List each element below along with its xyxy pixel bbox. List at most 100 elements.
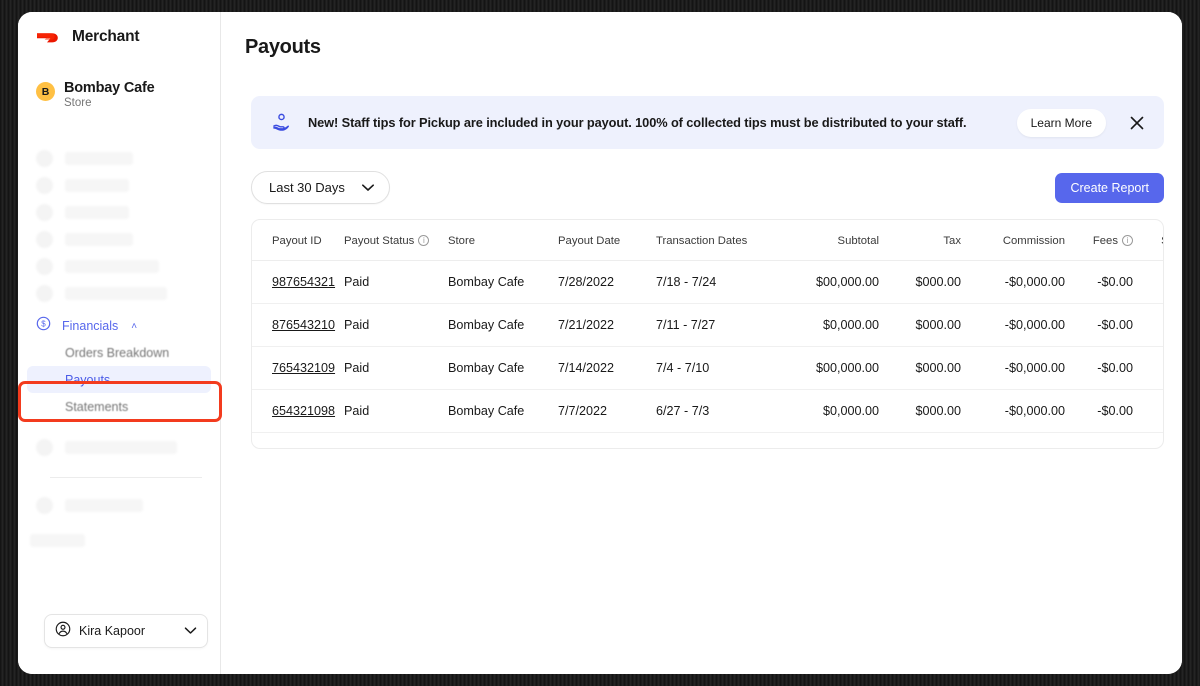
payout-id-link[interactable]: 654321098 xyxy=(272,404,335,418)
column-header-commission[interactable]: Commission xyxy=(961,220,1065,261)
sidebar-item-financials-label: Financials xyxy=(62,319,119,333)
cell-tax: $000.00 xyxy=(879,389,961,433)
cell-staff-tips: $16.16 xyxy=(1133,303,1163,347)
column-label: Store xyxy=(448,235,476,247)
payout-id-link[interactable]: 987654321 xyxy=(272,275,335,289)
table-header-row: Payout ID Payout Status i Store Payout Da… xyxy=(252,220,1163,261)
dollar-circle-icon: $ xyxy=(36,316,51,336)
sidebar-skeleton-nav xyxy=(18,145,220,307)
cell-subtotal: $0,000.00 xyxy=(774,303,879,347)
sidebar-divider xyxy=(50,477,202,478)
svg-text:$: $ xyxy=(41,320,46,329)
store-type: Store xyxy=(64,97,92,109)
cell-fees: -$0.00 xyxy=(1065,260,1133,304)
skeleton-label xyxy=(65,260,159,273)
cell-store: Bombay Cafe xyxy=(448,303,558,347)
table-row[interactable]: 765432109 Paid Bombay Cafe 7/14/2022 7/4… xyxy=(252,346,1163,390)
cell-fees: -$0.00 xyxy=(1065,389,1133,433)
sidebar-item-statements[interactable]: Statements xyxy=(27,393,211,420)
sidebar-item-payouts[interactable]: Payouts xyxy=(27,366,211,393)
sidebar-skeleton-item xyxy=(18,199,220,226)
table-row[interactable]: 876543210 Paid Bombay Cafe 7/21/2022 7/1… xyxy=(252,303,1163,347)
skeleton-label xyxy=(65,287,167,300)
column-header-staff-tips[interactable]: Staff Tips xyxy=(1133,220,1163,261)
table-row[interactable]: 654321098 Paid Bombay Cafe 7/7/2022 6/27… xyxy=(252,389,1163,433)
cell-tax: $000.00 xyxy=(879,260,961,304)
cell-payout-status: Paid xyxy=(344,303,448,347)
main-content: Payouts New! Staff tips for Pickup are i… xyxy=(221,12,1182,674)
column-header-subtotal[interactable]: Subtotal xyxy=(774,220,879,261)
skeleton-label xyxy=(65,233,133,246)
table-row[interactable]: 987654321 Paid Bombay Cafe 7/28/2022 7/1… xyxy=(252,260,1163,304)
sidebar-skeleton-item xyxy=(18,280,220,307)
create-report-button[interactable]: Create Report xyxy=(1055,172,1164,203)
table-toolbar: Last 30 Days Create Report xyxy=(251,171,1164,204)
cell-commission: -$0,000.00 xyxy=(961,346,1065,390)
page-title: Payouts xyxy=(245,36,321,58)
cell-payout-date: 7/7/2022 xyxy=(558,389,656,433)
column-header-payout-status[interactable]: Payout Status i xyxy=(344,220,448,261)
store-switcher[interactable]: B Bombay Cafe Store xyxy=(18,46,220,109)
cell-store: Bombay Cafe xyxy=(448,389,558,433)
user-menu[interactable]: Kira Kapoor xyxy=(44,614,208,648)
column-header-fees[interactable]: Fees i xyxy=(1065,220,1133,261)
user-circle-icon xyxy=(55,621,71,642)
skeleton-icon xyxy=(36,439,53,456)
info-icon[interactable]: i xyxy=(418,235,430,246)
skeleton-label xyxy=(65,499,143,512)
cell-transaction-dates: 6/27 - 7/3 xyxy=(656,389,774,433)
sidebar-item-financials[interactable]: $ Financials ˄ xyxy=(18,313,220,339)
chevron-up-icon: ˄ xyxy=(131,320,138,332)
skeleton-label xyxy=(65,179,129,192)
sidebar-skeleton-item xyxy=(18,434,220,461)
column-header-transaction-dates[interactable]: Transaction Dates xyxy=(656,220,774,261)
brand-name: Merchant xyxy=(72,28,140,45)
cell-payout-date: 7/21/2022 xyxy=(558,303,656,347)
date-range-select[interactable]: Last 30 Days xyxy=(251,171,390,204)
cell-commission: -$0,000.00 xyxy=(961,389,1065,433)
skeleton-icon xyxy=(36,177,53,194)
payout-id-link[interactable]: 876543210 xyxy=(272,318,335,332)
cell-subtotal: $00,000.00 xyxy=(774,260,879,304)
column-label: Commission xyxy=(1002,235,1065,247)
sidebar-item-statements-label: Statements xyxy=(65,399,129,414)
payout-id-link[interactable]: 765432109 xyxy=(272,361,335,375)
sidebar-skeleton-item xyxy=(18,492,220,519)
close-icon[interactable] xyxy=(1126,112,1148,134)
skeleton-icon xyxy=(36,497,53,514)
cell-staff-tips: $19.28 xyxy=(1133,346,1163,390)
cell-staff-tips: $52.73 xyxy=(1133,389,1163,433)
skeleton-icon xyxy=(36,150,53,167)
cell-transaction-dates: 7/11 - 7/27 xyxy=(656,303,774,347)
column-label: Transaction Dates xyxy=(656,235,748,247)
brand-header[interactable]: Merchant xyxy=(18,12,220,46)
sidebar-item-orders-breakdown[interactable]: Orders Breakdown xyxy=(27,339,211,366)
column-header-payout-date[interactable]: Payout Date xyxy=(558,220,656,261)
store-avatar: B xyxy=(36,82,55,101)
skeleton-label xyxy=(65,206,129,219)
cell-store: Bombay Cafe xyxy=(448,346,558,390)
payouts-table-card: Payout ID Payout Status i Store Payout Da… xyxy=(251,219,1164,449)
promo-banner: New! Staff tips for Pickup are included … xyxy=(251,96,1164,149)
skeleton-label xyxy=(65,441,177,454)
content-region: New! Staff tips for Pickup are included … xyxy=(221,96,1182,449)
learn-more-button[interactable]: Learn More xyxy=(1016,108,1106,137)
table-header: Payout ID Payout Status i Store Payout Da… xyxy=(252,220,1163,261)
column-header-payout-id[interactable]: Payout ID xyxy=(252,220,344,261)
column-label: Payout Status xyxy=(344,235,415,247)
cell-payout-status: Paid xyxy=(344,389,448,433)
column-label: Subtotal xyxy=(837,235,879,247)
column-header-store[interactable]: Store xyxy=(448,220,558,261)
cell-fees: -$0.00 xyxy=(1065,346,1133,390)
info-icon[interactable]: i xyxy=(1122,235,1133,246)
skeleton-label xyxy=(30,534,85,547)
cell-fees: -$0.00 xyxy=(1065,303,1133,347)
sidebar-item-orders-breakdown-label: Orders Breakdown xyxy=(65,345,170,360)
app-window: Merchant B Bombay Cafe Store $ Financial… xyxy=(18,12,1182,674)
hand-coin-icon xyxy=(271,112,292,133)
cell-subtotal: $0,000.00 xyxy=(774,389,879,433)
column-label: Staff Tips xyxy=(1161,235,1163,247)
promo-banner-text: New! Staff tips for Pickup are included … xyxy=(308,115,967,130)
column-header-tax[interactable]: Tax xyxy=(879,220,961,261)
sidebar-skeleton-nav-lower xyxy=(18,434,220,461)
